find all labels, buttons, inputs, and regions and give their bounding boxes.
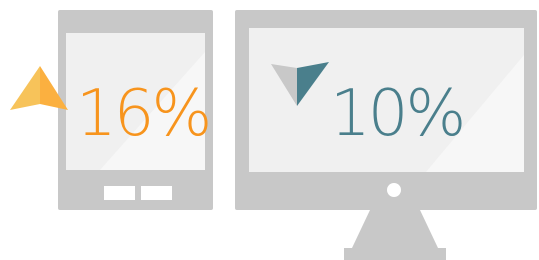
device-stats-graphic: 16% 10%: [0, 0, 539, 260]
desktop-percentage: 10%: [330, 77, 466, 151]
tablet-percentage: 16%: [76, 77, 212, 151]
